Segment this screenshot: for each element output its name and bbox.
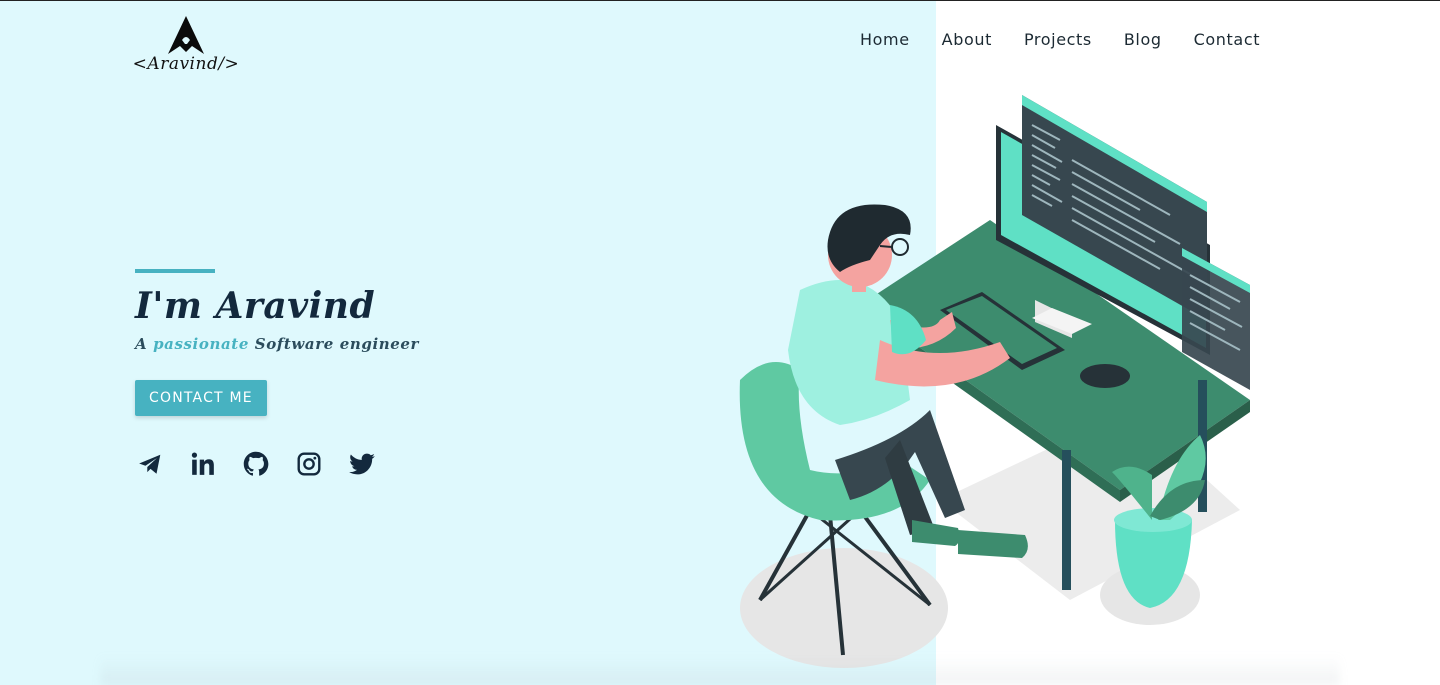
hero-section: I'm Aravind A passionate Software engine… — [135, 269, 555, 478]
developer-illustration — [700, 80, 1300, 680]
telegram-icon — [138, 454, 160, 474]
hero-subtitle: A passionate Software engineer — [135, 335, 555, 353]
bottom-edge-shadow — [100, 655, 1340, 685]
contact-me-button[interactable]: CONTACT ME — [135, 380, 267, 416]
subtitle-highlight: passionate — [153, 335, 249, 353]
linkedin-icon — [191, 452, 214, 475]
subtitle-prefix: A — [135, 335, 154, 353]
logo-text: <Aravind/> — [132, 54, 240, 74]
nav-home[interactable]: Home — [860, 30, 910, 49]
linkedin-link[interactable] — [188, 449, 217, 478]
nav-blog[interactable]: Blog — [1124, 30, 1162, 49]
twitter-link[interactable] — [347, 449, 376, 478]
window-top-border — [0, 0, 1440, 1]
arch-logo-icon — [168, 16, 204, 54]
twitter-icon — [348, 453, 375, 474]
github-icon — [243, 451, 268, 476]
main-nav: Home About Projects Blog Contact — [860, 30, 1260, 49]
nav-projects[interactable]: Projects — [1024, 30, 1092, 49]
subtitle-suffix: Software engineer — [248, 335, 420, 353]
nav-contact[interactable]: Contact — [1194, 30, 1260, 49]
instagram-icon — [297, 452, 320, 475]
hero-title: I'm Aravind — [135, 285, 376, 327]
nav-about[interactable]: About — [942, 30, 992, 49]
social-links — [135, 449, 555, 478]
accent-line — [135, 269, 215, 273]
telegram-link[interactable] — [135, 449, 164, 478]
brand-logo[interactable]: <Aravind/> — [130, 16, 242, 78]
developer-at-desk-illustration — [739, 95, 1250, 668]
github-link[interactable] — [241, 449, 270, 478]
instagram-link[interactable] — [294, 449, 323, 478]
